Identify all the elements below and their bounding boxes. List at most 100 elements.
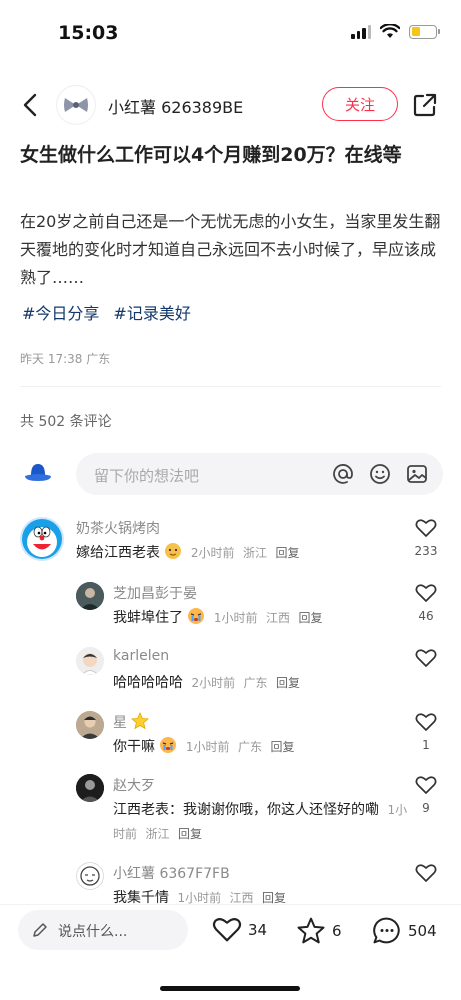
comment-input[interactable]: 留下你的想法吧 — [76, 453, 443, 495]
like-count: 34 — [248, 920, 268, 939]
person-photo-icon — [76, 582, 104, 610]
comment-body: 我蚌埠住了 1小时前 江西 回复 — [113, 606, 403, 633]
author-name[interactable]: 小红薯 626389BE — [108, 94, 243, 118]
user-avatar[interactable] — [76, 711, 104, 739]
comment-body: 江西老表：我谢谢你哦，你这人还怪好的嘞 1小时前 浙江 回复 — [113, 798, 413, 846]
comment-like-button[interactable]: 233 — [411, 518, 441, 558]
favorite-count: 6 — [332, 921, 342, 940]
user-avatar[interactable] — [76, 862, 104, 890]
user-avatar[interactable] — [20, 517, 64, 561]
comment-time: 1小时前 — [177, 891, 222, 904]
comment-count: 共 502 条评论 — [20, 414, 112, 430]
reply-button[interactable]: 回复 — [178, 827, 202, 841]
comment-item: 奶茶火锅烤肉 嫁给江西老表 2小时前 浙江 回复 233 — [0, 515, 461, 575]
like-button[interactable]: 34 — [212, 916, 267, 943]
user-avatar[interactable] — [76, 647, 104, 675]
chevron-left-icon — [23, 93, 37, 117]
heart-icon — [415, 713, 437, 731]
heart-icon — [415, 649, 437, 667]
share-button[interactable] — [410, 91, 440, 119]
comment-location: 浙江 — [243, 546, 268, 560]
heart-icon — [415, 776, 437, 794]
reply-button[interactable]: 回复 — [276, 676, 300, 690]
status-time: 15:03 — [58, 22, 119, 44]
comment-like-button[interactable] — [411, 863, 441, 887]
comment-like-button[interactable] — [411, 648, 441, 674]
comment-body: 哈哈哈哈哈 2小时前 广东 回复 — [113, 671, 403, 695]
status-icons — [351, 24, 440, 39]
heart-icon — [212, 918, 242, 942]
post-tags: #今日分享 #记录美好 — [22, 300, 191, 324]
cartoon-boy-icon — [76, 647, 104, 675]
reply-button[interactable]: 回复 — [298, 611, 322, 625]
comment-bubble-icon — [373, 917, 400, 944]
my-avatar — [20, 458, 56, 488]
battery-level — [411, 27, 420, 36]
user-avatar[interactable] — [76, 774, 104, 802]
comment-like-button[interactable]: 1 — [411, 712, 441, 752]
comment-text: 哈哈哈哈哈 — [113, 675, 183, 691]
cartoon-face-icon — [80, 866, 100, 886]
post-date-location: 昨天 17:38 广东 — [20, 352, 111, 366]
heart-icon — [415, 864, 437, 882]
say-something-input[interactable]: 说点什么... — [18, 910, 188, 950]
comment-input-row: 留下你的想法吧 — [0, 450, 461, 498]
back-button[interactable] — [16, 90, 44, 120]
comment-body: 你干嘛 1小时前 广东 回复 — [113, 735, 403, 762]
heart-icon — [415, 519, 437, 537]
cellular-signal-icon — [351, 24, 371, 39]
heart-icon — [415, 584, 437, 602]
comment-username[interactable]: 奶茶火锅烤肉 — [76, 518, 160, 538]
comment-like-count: 46 — [418, 609, 434, 623]
comment-total-count: 504 — [408, 921, 437, 940]
comment-text: 嫁给江西老表 — [76, 545, 160, 561]
comment-body: 嫁给江西老表 2小时前 浙江 回复 — [76, 541, 396, 568]
reply-button[interactable]: 回复 — [275, 546, 299, 560]
comment-like-button[interactable]: 46 — [411, 583, 441, 623]
comment-text: 我集千情 — [113, 890, 169, 904]
comment-input-placeholder: 留下你的想法吧 — [94, 467, 200, 485]
divider — [20, 386, 441, 387]
comment-location: 江西 — [229, 891, 254, 904]
status-bar: 15:03 — [0, 0, 461, 70]
user-avatar[interactable] — [76, 582, 104, 610]
doraemon-icon — [22, 519, 62, 559]
reply-button[interactable]: 回复 — [270, 740, 294, 754]
doge-emoji-icon — [164, 542, 182, 568]
comment-username[interactable]: 星 — [113, 711, 150, 734]
comment-username[interactable]: karlelen — [113, 648, 169, 664]
favorite-button[interactable]: 6 — [296, 916, 342, 945]
tag-link[interactable]: #今日分享 — [22, 300, 99, 324]
comment-text: 我蚌埠住了 — [113, 610, 183, 626]
mention-icon[interactable] — [331, 462, 355, 486]
comment-text: 江西老表：我谢谢你哦，你这人还怪好的嘞 — [113, 802, 379, 818]
comment-item: 芝加昌彭于晏 我蚌埠住了 1小时前 江西 回复 46 — [0, 580, 461, 640]
comment-username[interactable]: 小红薯 6367F7FB — [113, 863, 230, 883]
comment-item: karlelen 哈哈哈哈哈 2小时前 广东 回复 — [0, 645, 461, 705]
tag-link[interactable]: #记录美好 — [113, 300, 190, 324]
comment-username[interactable]: 芝加昌彭于晏 — [113, 583, 197, 603]
comment-like-count: 1 — [422, 738, 430, 752]
comment-time: 1小时前 — [213, 611, 258, 625]
comment-username-text: 星 — [113, 715, 127, 731]
star-outline-icon — [297, 917, 325, 944]
comment-time: 2小时前 — [191, 676, 236, 690]
comment-like-button[interactable]: 9 — [411, 775, 441, 815]
image-icon[interactable] — [405, 462, 429, 486]
reply-button[interactable]: 回复 — [262, 891, 286, 904]
comment-time: 2小时前 — [190, 546, 235, 560]
share-icon — [413, 93, 437, 117]
star-icon — [131, 711, 150, 734]
comment-text: 你干嘛 — [113, 739, 155, 755]
bottom-action-bar: 说点什么... 34 6 504 — [0, 904, 461, 962]
comment-username[interactable]: 赵大歹 — [113, 775, 155, 795]
comment-location: 江西 — [266, 611, 291, 625]
pencil-icon — [33, 923, 47, 937]
follow-button[interactable]: 关注 — [322, 87, 398, 121]
comment-like-count: 9 — [422, 801, 430, 815]
wifi-icon — [380, 24, 400, 38]
author-avatar[interactable] — [56, 85, 96, 125]
comment-button[interactable]: 504 — [372, 916, 437, 945]
post-header: 小红薯 626389BE 关注 — [0, 80, 461, 130]
emoji-icon[interactable] — [368, 462, 392, 486]
